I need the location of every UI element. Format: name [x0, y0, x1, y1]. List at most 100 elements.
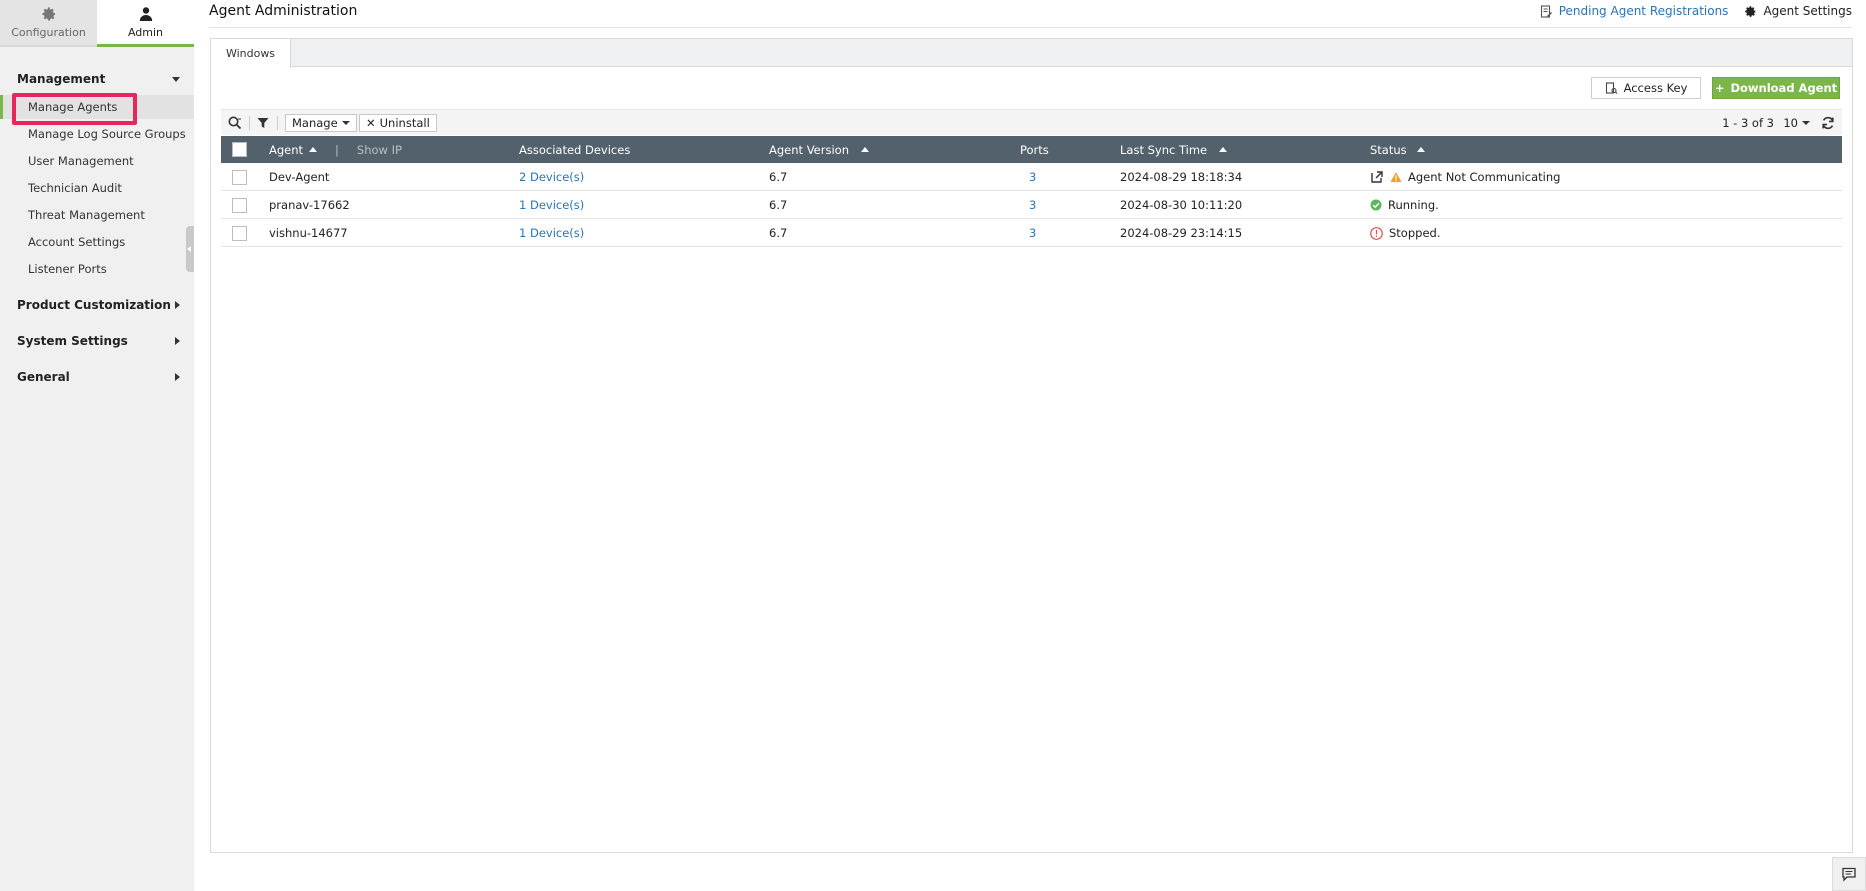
column-agent-version[interactable]: Agent Version — [769, 136, 869, 163]
manage-dropdown[interactable]: Manage — [285, 114, 357, 132]
select-all-checkbox[interactable] — [232, 142, 247, 157]
per-page-value: 10 — [1783, 116, 1798, 130]
nav-group-system-settings: System Settings — [0, 327, 194, 355]
tab-admin-label: Admin — [127, 25, 164, 39]
status-text: Agent Not Communicating — [1408, 170, 1561, 184]
column-label: Agent Version — [769, 142, 849, 157]
access-key-button[interactable]: Access Key — [1591, 77, 1701, 99]
status-text: Running. — [1388, 198, 1439, 212]
tab-admin[interactable]: Admin — [97, 0, 194, 47]
chevron-right-icon — [175, 337, 180, 345]
sidebar-item-manage-agents[interactable]: Manage Agents — [0, 95, 194, 119]
os-tabbar: Windows — [211, 39, 1852, 68]
sidebar-item-listener-ports[interactable]: Listener Ports — [0, 257, 194, 281]
nav-header-management[interactable]: Management — [0, 65, 194, 93]
sidebar-item-label: Manage Agents — [28, 100, 118, 114]
sidebar-top-tabs: Configuration Admin — [0, 0, 194, 47]
sidebar-item-label: Technician Audit — [28, 181, 122, 195]
chevron-down-icon — [341, 121, 350, 125]
gear-icon — [41, 7, 55, 21]
refresh-icon[interactable] — [1820, 115, 1836, 131]
toolbar-divider — [277, 116, 278, 130]
nav-header-label: Product Customization — [17, 298, 171, 312]
table-row: vishnu-14677 1 Device(s) 6.7 3 2024-08-2… — [221, 219, 1842, 247]
tab-windows[interactable]: Windows — [211, 39, 291, 68]
sidebar-item-account-settings[interactable]: Account Settings — [0, 230, 194, 254]
show-ip-link[interactable]: Show IP — [357, 143, 402, 157]
sidebar-item-user-management[interactable]: User Management — [0, 149, 194, 173]
row-checkbox[interactable] — [232, 226, 247, 241]
row-checkbox[interactable] — [232, 170, 247, 185]
agent-name: vishnu-14677 — [269, 226, 348, 240]
app-root: Configuration Admin Management Manage Ag… — [0, 0, 1866, 891]
pending-registrations-link[interactable]: Pending Agent Registrations — [1540, 4, 1729, 18]
sidebar-item-technician-audit[interactable]: Technician Audit — [0, 176, 194, 200]
associated-devices-link[interactable]: 1 Device(s) — [519, 219, 584, 247]
key-document-icon — [1605, 81, 1617, 94]
external-link-icon[interactable] — [1370, 170, 1384, 184]
page-title: Agent Administration — [209, 3, 358, 19]
status-cell: Agent Not Communicating — [1370, 163, 1560, 191]
chevron-down-icon — [172, 76, 180, 82]
row-checkbox[interactable] — [232, 198, 247, 213]
ports-link[interactable]: 3 — [1029, 191, 1036, 219]
column-agent[interactable]: Agent | Show IP — [269, 136, 402, 163]
sort-asc-icon — [309, 147, 318, 152]
last-sync-time: 2024-08-29 18:18:34 — [1120, 170, 1243, 184]
nav-header-general[interactable]: General — [0, 363, 194, 391]
agent-settings-link[interactable]: Agent Settings — [1744, 4, 1852, 18]
nav-header-label: General — [17, 370, 70, 384]
agent-version: 6.7 — [769, 226, 788, 240]
download-agent-button[interactable]: + Download Agent — [1712, 77, 1840, 99]
chat-button[interactable] — [1832, 857, 1866, 891]
ports-link[interactable]: 3 — [1029, 163, 1036, 191]
ports-link[interactable]: 3 — [1029, 219, 1036, 247]
agent-name: Dev-Agent — [269, 170, 330, 184]
check-circle-icon — [1370, 199, 1382, 211]
agents-panel: Windows Access Key + Download Agent Mana… — [210, 38, 1853, 853]
per-page-select[interactable]: 10 — [1783, 116, 1810, 130]
status-text: Stopped. — [1389, 226, 1441, 240]
nav-header-product-customization[interactable]: Product Customization — [0, 291, 194, 319]
tab-configuration-label: Configuration — [11, 26, 86, 39]
sidebar-collapse-handle[interactable] — [186, 226, 194, 272]
nav-header-label: System Settings — [17, 334, 128, 348]
pagination-info: 1 - 3 of 3 — [1722, 116, 1774, 130]
table-row: pranav-17662 1 Device(s) 6.7 3 2024-08-3… — [221, 191, 1842, 219]
document-edit-icon — [1540, 4, 1552, 18]
agent-version: 6.7 — [769, 198, 788, 212]
access-key-label: Access Key — [1623, 81, 1688, 95]
column-status[interactable]: Status — [1370, 136, 1425, 163]
agent-settings-label: Agent Settings — [1763, 4, 1852, 18]
uninstall-button[interactable]: ✕ Uninstall — [359, 114, 437, 132]
plus-icon: + — [1714, 81, 1725, 95]
column-last-sync-time[interactable]: Last Sync Time — [1120, 136, 1228, 163]
table-toolbar: Manage ✕ Uninstall 1 - 3 of 3 10 — [221, 109, 1842, 135]
pending-registrations-label: Pending Agent Registrations — [1558, 4, 1729, 18]
uninstall-label: Uninstall — [379, 116, 430, 130]
sidebar-item-label: Threat Management — [28, 208, 145, 222]
nav-header-management-label: Management — [17, 72, 106, 86]
sidebar-item-label: Account Settings — [28, 235, 126, 249]
table-header: Agent | Show IP Associated Devices Agent… — [221, 136, 1842, 163]
column-label: Status — [1370, 142, 1407, 157]
chevron-right-icon — [175, 373, 180, 381]
sidebar-item-label: User Management — [28, 154, 134, 168]
info-circle-icon — [1370, 226, 1383, 240]
last-sync-time: 2024-08-29 23:14:15 — [1120, 226, 1243, 240]
associated-devices-link[interactable]: 2 Device(s) — [519, 163, 584, 191]
associated-devices-link[interactable]: 1 Device(s) — [519, 191, 584, 219]
sidebar-item-threat-management[interactable]: Threat Management — [0, 203, 194, 227]
filter-icon[interactable] — [255, 115, 271, 131]
sort-asc-icon — [1416, 147, 1425, 152]
tab-configuration[interactable]: Configuration — [0, 0, 97, 47]
nav-header-system-settings[interactable]: System Settings — [0, 327, 194, 355]
last-sync-time: 2024-08-30 10:11:20 — [1120, 198, 1243, 212]
chat-icon — [1842, 867, 1856, 882]
column-label: Associated Devices — [519, 142, 631, 157]
toolbar-divider — [249, 116, 250, 130]
search-icon[interactable] — [227, 115, 243, 131]
gear-icon — [1745, 5, 1756, 17]
header-links: Pending Agent Registrations Agent Settin… — [1540, 4, 1852, 18]
sidebar-item-manage-log-source-groups[interactable]: Manage Log Source Groups — [0, 122, 194, 146]
